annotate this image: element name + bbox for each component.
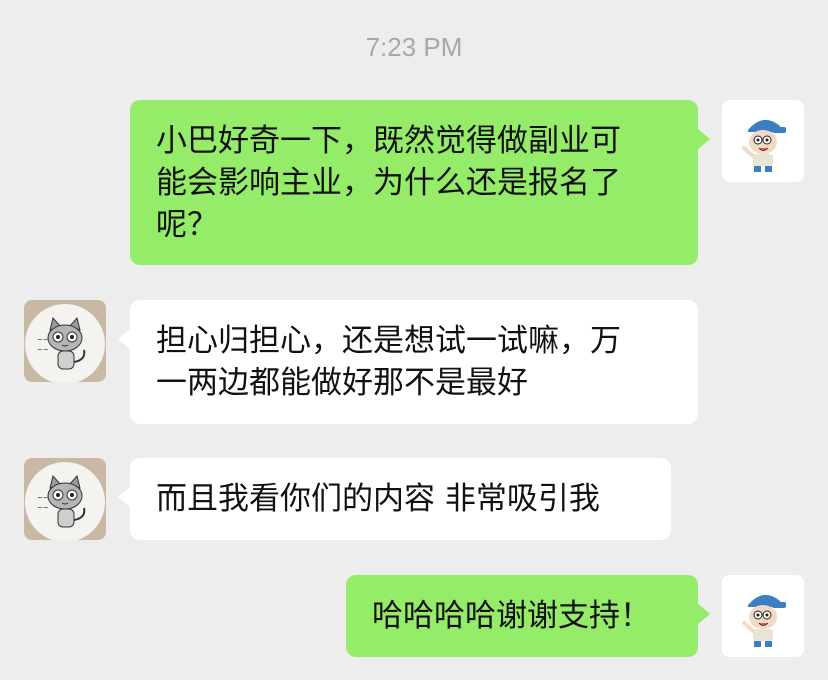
message-bubble-sent[interactable]: 哈哈哈哈谢谢支持！ xyxy=(346,575,710,657)
svg-text:~~: ~~ xyxy=(37,504,49,512)
cartoon-cat-avatar-icon: ~~ ~~ xyxy=(24,458,106,540)
message-bubble-sent[interactable]: 小巴好奇一下，既然觉得做副业可 能会影响主业，为什么还是报名了 呢？ xyxy=(130,100,710,265)
message-line: 呢？ xyxy=(156,207,218,243)
cartoon-boy-avatar-icon xyxy=(722,575,804,657)
message-line: 哈哈哈哈谢谢支持！ xyxy=(372,598,651,634)
avatar[interactable] xyxy=(722,100,804,182)
cartoon-boy-avatar-icon xyxy=(722,100,804,182)
message-line: 一两边都能做好那不是最好 xyxy=(156,365,528,401)
message-line: 小巴好奇一下，既然觉得做副业可 xyxy=(156,123,621,159)
avatar[interactable]: ~~ ~~ xyxy=(24,458,106,540)
message-bubble-received[interactable]: 而且我看你们的内容 非常吸引我 xyxy=(118,458,671,540)
message-line: 能会影响主业，为什么还是报名了 xyxy=(156,165,621,201)
svg-text:~~: ~~ xyxy=(37,336,49,344)
message-line: 担心归担心，还是想试一试嘛，万 xyxy=(156,323,621,359)
svg-text:~~: ~~ xyxy=(37,346,49,354)
avatar[interactable]: ~~ ~~ xyxy=(24,300,106,382)
cartoon-cat-avatar-icon: ~~ ~~ xyxy=(24,300,106,382)
chat-timestamp: 7:23 PM xyxy=(365,32,463,62)
message-bubble-received[interactable]: 担心归担心，还是想试一试嘛，万 一两边都能做好那不是最好 xyxy=(118,300,698,424)
avatar[interactable] xyxy=(722,575,804,657)
svg-text:~~: ~~ xyxy=(37,494,49,502)
message-line: 而且我看你们的内容 非常吸引我 xyxy=(156,481,600,517)
